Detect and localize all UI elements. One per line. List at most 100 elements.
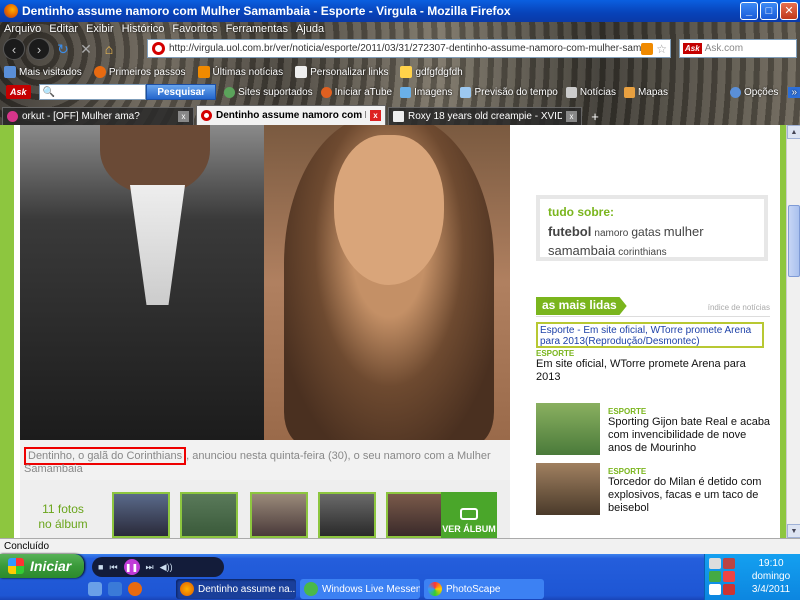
media-next-icon[interactable]: ⏭ — [146, 562, 154, 573]
quick-launch-icon[interactable] — [88, 582, 102, 596]
news-headline[interactable]: Sporting Gijon bate Real e acaba com inv… — [608, 416, 772, 455]
ask-noticias[interactable]: Notícias — [565, 86, 616, 98]
ask-iniciar-atube[interactable]: Iniciar aTube — [320, 86, 392, 98]
news-thumbnail[interactable] — [536, 463, 600, 515]
stop-button[interactable]: ✕ — [76, 39, 96, 59]
home-button[interactable]: ⌂ — [99, 39, 119, 59]
minimize-button[interactable]: _ — [740, 2, 758, 20]
toolbar-overflow-chevron[interactable]: » — [788, 86, 800, 98]
back-button[interactable]: ‹ — [3, 38, 25, 60]
scroll-up-arrow-icon[interactable]: ▲ — [787, 125, 800, 139]
ask-search-button[interactable]: Pesquisar — [146, 84, 217, 100]
close-button[interactable]: ✕ — [780, 2, 798, 20]
news-item[interactable]: ESPORTE Sporting Gijon bate Real e acaba… — [536, 403, 772, 457]
tab-close-icon[interactable]: x — [178, 111, 189, 122]
tag-mulher[interactable]: mulher — [664, 224, 704, 239]
search-placeholder[interactable]: Ask.com — [705, 43, 743, 54]
ask-sites-suportados[interactable]: Sites suportados — [224, 86, 313, 98]
tray-security-icon[interactable] — [723, 571, 735, 582]
bookmark-gdfgfdgfdh[interactable]: gdfgfdgfdh — [400, 66, 463, 78]
news-headline[interactable]: Torcedor do Milan é detido com explosivo… — [608, 476, 772, 515]
firefox-icon — [93, 66, 106, 78]
media-stop-icon[interactable]: ■ — [98, 562, 103, 572]
view-album-button[interactable]: VER ÁLBUM — [441, 492, 497, 538]
menu-historico[interactable]: Histórico — [118, 23, 169, 35]
ask-mapas[interactable]: Mapas — [623, 86, 668, 98]
gallery-thumb[interactable] — [180, 492, 238, 538]
window-title-bar[interactable]: Dentinho assume namoro com Mulher Samamb… — [0, 0, 800, 22]
tab-dentinho-active[interactable]: Dentinho assume namoro com M... x — [196, 105, 386, 125]
tag-corinthians[interactable]: corinthians — [618, 247, 666, 258]
page-scrollbar[interactable]: ▲ ▼ — [786, 125, 800, 538]
reload-button[interactable]: ↻ — [53, 39, 73, 59]
gallery-thumb[interactable] — [386, 492, 444, 538]
tudo-sobre-box: tudo sobre: futebol namoro gatas mulher … — [536, 195, 768, 261]
tab-xvideos[interactable]: Roxy 18 years old creampie - XVIDEOS....… — [388, 107, 582, 125]
bookmark-personalizar-links[interactable]: Personalizar links — [295, 66, 388, 78]
window-title: Dentinho assume namoro com Mulher Samamb… — [22, 4, 511, 18]
taskbar-item-messenger[interactable]: Windows Live Messen... — [300, 579, 420, 599]
options-gear-icon — [729, 86, 741, 98]
article-photo[interactable] — [20, 125, 510, 440]
tag-futebol[interactable]: futebol — [548, 224, 591, 239]
gallery-thumb[interactable] — [250, 492, 308, 538]
menu-favoritos[interactable]: Favoritos — [168, 23, 221, 35]
taskbar-item-firefox[interactable]: Dentinho assume na... — [176, 579, 296, 599]
tray-messenger-icon[interactable] — [709, 571, 721, 582]
start-button[interactable]: Iniciar — [0, 554, 84, 578]
media-pause-icon[interactable]: ❚❚ — [123, 559, 140, 575]
ask-opcoes[interactable]: Opções — [729, 86, 778, 98]
menu-ajuda[interactable]: Ajuda — [292, 23, 328, 35]
tab-orkut[interactable]: orkut - [OFF] Mulher ama? x — [2, 107, 194, 125]
bookmark-primeiros-passos[interactable]: Primeiros passos — [93, 66, 186, 78]
scroll-thumb[interactable] — [788, 205, 800, 277]
rss-feed-icon[interactable] — [641, 42, 654, 55]
tab-close-icon[interactable]: x — [370, 110, 381, 121]
ask-brand-logo[interactable]: Ask — [6, 85, 31, 99]
web-page-viewport: Dentinho, o galã do Corinthians, anuncio… — [0, 125, 786, 538]
scroll-down-arrow-icon[interactable]: ▼ — [787, 524, 800, 538]
news-item[interactable]: ESPORTE Em site oficial, WTorre promete … — [536, 349, 772, 384]
system-clock[interactable]: 19:10 domingo 3/4/2011 — [743, 557, 799, 596]
news-headline[interactable]: Em site oficial, WTorre promete Arena pa… — [536, 358, 772, 384]
bookmark-mais-visitados[interactable]: Mais visitados — [4, 66, 82, 78]
site-favicon-icon — [152, 42, 165, 55]
tag-gatas[interactable]: gatas — [631, 225, 660, 239]
tray-update-icon[interactable] — [709, 584, 721, 595]
bookmark-ultimas-noticias[interactable]: Últimas notícias — [197, 66, 283, 78]
ask-imagens[interactable]: Imagens — [400, 86, 452, 98]
quick-launch-icon[interactable] — [108, 582, 122, 596]
menu-arquivo[interactable]: Arquivo — [0, 23, 45, 35]
ask-search-input[interactable]: 🔍 — [38, 84, 147, 100]
maximize-button[interactable]: □ — [760, 2, 778, 20]
tray-network-icon[interactable] — [709, 558, 721, 569]
bookmark-star-icon[interactable]: ☆ — [656, 42, 667, 56]
address-bar[interactable]: http://virgula.uol.com.br/ver/noticia/es… — [147, 39, 671, 58]
taskbar-item-photoscape[interactable]: PhotoScape — [424, 579, 544, 599]
menu-exibir[interactable]: Exibir — [82, 23, 118, 35]
menu-ferramentas[interactable]: Ferramentas — [222, 23, 292, 35]
page-favicon-icon — [393, 111, 404, 122]
tray-volume-icon[interactable] — [723, 558, 735, 569]
status-bar: Concluído — [0, 538, 800, 554]
volume-icon[interactable]: ◀)) — [160, 562, 173, 573]
tab-close-icon[interactable]: x — [566, 111, 577, 122]
top-news-link[interactable]: Esporte - Em site oficial, WTorre promet… — [536, 322, 764, 348]
news-item[interactable]: ESPORTE Torcedor do Milan é detido com e… — [536, 463, 772, 517]
tag-namoro[interactable]: namoro — [594, 228, 628, 239]
tag-samambaia[interactable]: samambaia — [548, 243, 615, 258]
photo-gallery-strip: 11 fotos no álbum VER ÁLBUM — [20, 480, 510, 538]
media-prev-icon[interactable]: ⏮ — [109, 562, 117, 573]
indice-noticias-link[interactable]: índice de notícias — [708, 303, 770, 312]
gallery-thumb[interactable] — [112, 492, 170, 538]
forward-button[interactable]: › — [28, 38, 50, 60]
quick-launch-firefox-icon[interactable] — [128, 582, 142, 596]
menu-editar[interactable]: Editar — [45, 23, 82, 35]
news-thumbnail[interactable] — [536, 403, 600, 455]
url-text[interactable]: http://virgula.uol.com.br/ver/noticia/es… — [169, 43, 641, 54]
new-tab-button[interactable]: + — [585, 107, 605, 125]
tray-app-icon[interactable] — [723, 584, 735, 595]
gallery-thumb[interactable] — [318, 492, 376, 538]
ask-previsao-tempo[interactable]: Previsão do tempo — [460, 86, 558, 98]
search-box[interactable]: Ask Ask.com — [679, 39, 797, 58]
